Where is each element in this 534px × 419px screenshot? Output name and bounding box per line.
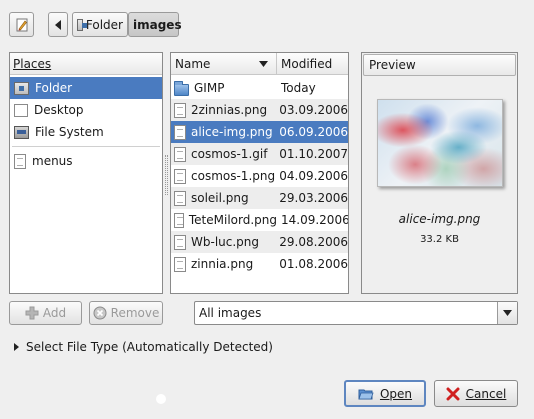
file-name: zinnia.png: [191, 257, 254, 271]
image-file-icon: [174, 212, 184, 228]
preview-thumbnail: [377, 99, 503, 187]
file-row-selected[interactable]: alice-img.png 06.09.2006: [171, 121, 348, 143]
preview-filename: alice-img.png: [398, 212, 481, 226]
file-modified: 01.08.2006: [279, 257, 348, 271]
image-file-icon: [174, 190, 186, 206]
preview-size: 33.2 KB: [420, 234, 459, 245]
file-name: 2zinnias.png: [191, 103, 268, 117]
image-file-icon: [174, 146, 186, 162]
image-file-icon: [174, 256, 186, 272]
places-item-label: File System: [35, 125, 104, 139]
file-row[interactable]: Wb-luc.png 29.08.2006: [171, 231, 348, 253]
file-modified: 29.08.2006: [279, 235, 348, 249]
file-name: GIMP: [194, 81, 225, 95]
file-name: soleil.png: [191, 191, 249, 205]
sort-down-icon: [259, 60, 268, 67]
image-file-icon: [174, 124, 186, 140]
places-bookmark-menus[interactable]: menus: [10, 150, 162, 172]
file-name: alice-img.png: [191, 125, 273, 139]
breadcrumb-images[interactable]: images: [128, 12, 182, 37]
open-button-label: Open: [379, 386, 413, 401]
file-list-header: Name Modified: [171, 53, 348, 75]
places-item-folder[interactable]: Folder: [10, 77, 162, 99]
file-name: cosmos-1.gif: [191, 147, 268, 161]
file-type-expander[interactable]: Select File Type (Automatically Detected…: [14, 339, 273, 355]
triangle-right-icon: [14, 343, 19, 351]
file-row[interactable]: soleil.png 29.03.2006: [171, 187, 348, 209]
places-item-desktop[interactable]: Desktop: [10, 99, 162, 121]
places-separator: [12, 146, 160, 147]
file-filter-combo[interactable]: All images: [194, 301, 518, 325]
file-list-pane: Name Modified GIMP Today 2zinnias.png 03…: [170, 52, 349, 294]
triangle-left-icon: [55, 19, 61, 30]
places-header[interactable]: Places: [10, 53, 162, 75]
file-filter-value: All images: [199, 306, 262, 320]
preview-header-label: Preview: [369, 58, 416, 72]
column-header-modified[interactable]: Modified: [277, 57, 348, 71]
places-item-label: menus: [32, 154, 73, 168]
column-header-modified-label: Modified: [281, 56, 333, 71]
file-name: cosmos-1.png: [191, 169, 276, 183]
places-pane: Places Folder Desktop File System menus: [9, 52, 163, 294]
harddisk-icon: [14, 125, 29, 139]
file-row[interactable]: cosmos-1.gif 01.10.2007: [171, 143, 348, 165]
file-modified: 01.10.2007: [279, 147, 348, 161]
file-name: TeteMilord.png: [188, 213, 277, 227]
file-modified: 03.09.2006: [279, 103, 348, 117]
remove-bookmark-label: Remove: [110, 306, 160, 320]
file-modified: 06.09.2006: [279, 125, 348, 139]
pencil-icon: [16, 18, 27, 31]
places-item-file-system[interactable]: File System: [10, 121, 162, 143]
preview-header: Preview: [363, 54, 516, 76]
file-modified: 04.09.2006: [279, 169, 348, 183]
file-name: Wb-luc.png: [191, 235, 260, 249]
preview-pane: Preview alice-img.png 33.2 KB: [361, 52, 518, 294]
file-row[interactable]: TeteMilord.png 14.09.2006: [171, 209, 348, 231]
file-modified: Today: [281, 81, 316, 95]
places-item-label: Folder: [35, 81, 73, 95]
file-modified: 14.09.2006: [281, 213, 349, 227]
column-header-name[interactable]: Name: [171, 53, 277, 74]
file-row[interactable]: zinnia.png 01.08.2006: [171, 253, 348, 275]
cancel-button-label: Cancel: [465, 386, 507, 401]
cancel-icon: [446, 387, 460, 400]
image-file-icon: [174, 234, 186, 250]
cancel-button[interactable]: Cancel: [434, 380, 518, 407]
plus-icon: [25, 306, 39, 320]
breadcrumb-folder[interactable]: Folder: [72, 12, 128, 37]
chevron-down-icon[interactable]: [497, 302, 517, 324]
places-item-label: Desktop: [34, 103, 84, 117]
pane-resize-handle[interactable]: [165, 155, 168, 195]
folder-icon: [174, 80, 189, 96]
breadcrumb-back-button[interactable]: [48, 12, 68, 37]
breadcrumb-images-label: images: [133, 17, 182, 32]
file-icon: [14, 153, 26, 169]
home-folder-icon: [14, 81, 29, 95]
cursor-dot: [156, 394, 166, 404]
file-row[interactable]: 2zinnias.png 03.09.2006: [171, 99, 348, 121]
remove-icon: [93, 306, 107, 320]
places-header-label: Places: [13, 56, 52, 71]
file-list: GIMP Today 2zinnias.png 03.09.2006 alice…: [171, 75, 348, 275]
file-row-gimp[interactable]: GIMP Today: [171, 77, 348, 99]
add-bookmark-button[interactable]: Add: [9, 301, 82, 325]
image-file-icon: [174, 102, 186, 118]
remove-bookmark-button[interactable]: Remove: [89, 301, 163, 325]
column-header-name-label: Name: [175, 56, 211, 71]
file-type-label: Select File Type (Automatically Detected…: [26, 340, 273, 354]
open-folder-icon: [358, 389, 374, 399]
image-file-icon: [174, 168, 186, 184]
desktop-icon: [14, 103, 28, 117]
home-folder-icon: [77, 18, 87, 31]
file-row[interactable]: cosmos-1.png 04.09.2006: [171, 165, 348, 187]
breadcrumb-folder-label: Folder: [85, 17, 123, 32]
add-bookmark-label: Add: [42, 306, 67, 320]
file-modified: 29.03.2006: [279, 191, 348, 205]
edit-location-button[interactable]: [9, 12, 34, 37]
open-button[interactable]: Open: [344, 380, 426, 407]
